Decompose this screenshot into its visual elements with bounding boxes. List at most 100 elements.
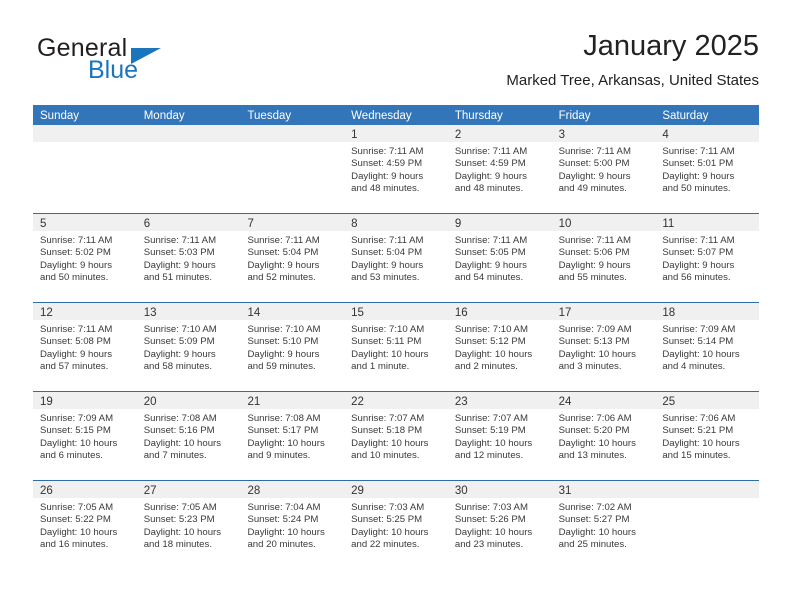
sunrise-text: Sunrise: 7:07 AM	[454, 413, 528, 424]
calendar-day-cell[interactable]: 6 Sunrise: 7:11 AM Sunset: 5:03 PM Daylight…	[136, 214, 241, 302]
calendar-day-cell[interactable]: 5 Sunrise: 7:11 AM Sunset: 5:02 PM Daylight…	[33, 214, 137, 302]
sunrise-text: Sunrise: 7:11 AM	[40, 235, 113, 246]
calendar-day-cell[interactable]: 16 Sunrise: 7:10 AM Sunset: 5:12 PM Dayligh…	[447, 303, 552, 391]
day-sun-info: Sunrise: 7:04 AM Sunset: 5:24 PM Daylight:…	[240, 498, 344, 552]
calendar-day-cell[interactable]: 18 Sunrise: 7:09 AM Sunset: 5:14 PM Dayligh…	[655, 303, 760, 391]
daylight-text-line2: and 9 minutes.	[247, 450, 311, 462]
day-number: 2	[454, 129, 462, 141]
weekday-header-friday: Friday	[558, 110, 591, 122]
calendar-day-cell[interactable]: 19 Sunrise: 7:09 AM Sunset: 5:15 PM Dayligh…	[33, 392, 137, 480]
daylight-text-line1: Daylight: 10 hours	[558, 348, 636, 360]
sunrise-text: Sunrise: 7:06 AM	[662, 413, 736, 424]
daylight-text-line1: Daylight: 10 hours	[40, 437, 118, 449]
day-sun-info: Sunrise: 7:06 AM Sunset: 5:20 PM Daylight:…	[552, 409, 656, 463]
calendar-day-cell[interactable]: 17 Sunrise: 7:09 AM Sunset: 5:13 PM Dayligh…	[551, 303, 656, 391]
daylight-text-line2: and 23 minutes.	[454, 539, 524, 551]
calendar-day-cell[interactable]: 28 Sunrise: 7:04 AM Sunset: 5:24 PM Dayligh…	[240, 481, 345, 569]
day-number-strip: 17	[551, 303, 656, 320]
day-number-strip	[240, 125, 345, 142]
daylight-text-line1: Daylight: 9 hours	[351, 170, 424, 182]
day-sun-info: Sunrise: 7:11 AM Sunset: 5:00 PM Daylight:…	[552, 142, 656, 196]
calendar-day-cell[interactable]: 10 Sunrise: 7:11 AM Sunset: 5:06 PM Dayligh…	[551, 214, 656, 302]
calendar-day-cell[interactable]: 4 Sunrise: 7:11 AM Sunset: 5:01 PM Daylight…	[655, 125, 760, 213]
daylight-text-line2: and 2 minutes.	[454, 361, 518, 373]
sunrise-text: Sunrise: 7:11 AM	[351, 146, 424, 157]
calendar-week-row: 19 Sunrise: 7:09 AM Sunset: 5:15 PM Dayligh…	[33, 391, 760, 480]
day-number-strip: 5	[33, 214, 137, 231]
day-number-strip: 25	[655, 392, 760, 409]
daylight-text-line1: Daylight: 10 hours	[454, 348, 533, 360]
daylight-text-line1: Daylight: 9 hours	[143, 259, 216, 271]
calendar-day-cell[interactable]: 21 Sunrise: 7:08 AM Sunset: 5:17 PM Dayligh…	[240, 392, 345, 480]
daylight-text-line1: Daylight: 9 hours	[247, 348, 320, 360]
day-number: 6	[143, 218, 151, 230]
day-number-strip: 20	[136, 392, 241, 409]
calendar-day-cell[interactable]: 2 Sunrise: 7:11 AM Sunset: 4:59 PM Daylight…	[447, 125, 552, 213]
calendar-week-row: 12 Sunrise: 7:11 AM Sunset: 5:08 PM Dayligh…	[33, 302, 760, 391]
calendar-week-row: 5 Sunrise: 7:11 AM Sunset: 5:02 PM Daylight…	[33, 213, 760, 302]
sunrise-text: Sunrise: 7:11 AM	[143, 235, 217, 246]
day-number: 24	[558, 396, 572, 408]
daylight-text-line2: and 53 minutes.	[351, 272, 420, 284]
sunset-text: Sunset: 5:10 PM	[247, 336, 319, 348]
sunrise-text: Sunrise: 7:11 AM	[454, 235, 528, 246]
calendar-day-cell[interactable]: 9 Sunrise: 7:11 AM Sunset: 5:05 PM Daylight…	[447, 214, 552, 302]
calendar-day-cell[interactable]: 22 Sunrise: 7:07 AM Sunset: 5:18 PM Dayligh…	[344, 392, 448, 480]
calendar-day-cell[interactable]: 15 Sunrise: 7:10 AM Sunset: 5:11 PM Dayligh…	[344, 303, 448, 391]
day-sun-info: Sunrise: 7:10 AM Sunset: 5:09 PM Daylight:…	[137, 320, 241, 374]
calendar-day-cell[interactable]: 29 Sunrise: 7:03 AM Sunset: 5:25 PM Dayligh…	[344, 481, 448, 569]
calendar-day-cell[interactable]: 14 Sunrise: 7:10 AM Sunset: 5:10 PM Dayligh…	[240, 303, 345, 391]
day-number-strip: 3	[551, 125, 656, 142]
sunset-text: Sunset: 5:02 PM	[40, 247, 111, 259]
sunset-text: Sunset: 4:59 PM	[454, 158, 526, 170]
calendar-day-cell[interactable]: 12 Sunrise: 7:11 AM Sunset: 5:08 PM Dayligh…	[33, 303, 137, 391]
day-sun-info: Sunrise: 7:10 AM Sunset: 5:10 PM Daylight:…	[240, 320, 344, 374]
calendar-day-cell[interactable]: 1 Sunrise: 7:11 AM Sunset: 4:59 PM Daylight…	[344, 125, 448, 213]
day-sun-info: Sunrise: 7:11 AM Sunset: 5:08 PM Daylight:…	[33, 320, 137, 374]
day-number-strip: 9	[447, 214, 552, 231]
daylight-text-line2: and 3 minutes.	[558, 361, 622, 373]
calendar-day-cell[interactable]: 20 Sunrise: 7:08 AM Sunset: 5:16 PM Dayligh…	[136, 392, 241, 480]
sunset-text: Sunset: 5:25 PM	[351, 514, 423, 526]
day-sun-info: Sunrise: 7:02 AM Sunset: 5:27 PM Daylight:…	[552, 498, 656, 552]
calendar-day-cell[interactable]: 13 Sunrise: 7:10 AM Sunset: 5:09 PM Dayligh…	[136, 303, 241, 391]
sunset-text: Sunset: 5:19 PM	[454, 425, 526, 437]
day-number-strip: 28	[240, 481, 345, 498]
day-number-strip: 1	[344, 125, 448, 142]
calendar-day-cell[interactable]: 25 Sunrise: 7:06 AM Sunset: 5:21 PM Dayligh…	[655, 392, 760, 480]
day-number-strip: 27	[136, 481, 241, 498]
general-blue-logo[interactable]: General Blue	[33, 34, 253, 90]
day-number-strip: 8	[344, 214, 448, 231]
daylight-text-line2: and 58 minutes.	[143, 361, 212, 373]
daylight-text-line1: Daylight: 9 hours	[558, 259, 631, 271]
day-sun-info: Sunrise: 7:03 AM Sunset: 5:26 PM Daylight:…	[448, 498, 552, 552]
calendar-day-cell[interactable]: 3 Sunrise: 7:11 AM Sunset: 5:00 PM Daylight…	[551, 125, 656, 213]
calendar-week-row: 1 Sunrise: 7:11 AM Sunset: 4:59 PM Daylight…	[33, 125, 760, 213]
daylight-text-line2: and 10 minutes.	[351, 450, 420, 462]
day-number: 28	[247, 485, 261, 497]
calendar-day-cell[interactable]: 24 Sunrise: 7:06 AM Sunset: 5:20 PM Dayligh…	[551, 392, 656, 480]
daylight-text-line1: Daylight: 10 hours	[40, 526, 118, 538]
sunset-text: Sunset: 5:05 PM	[454, 247, 526, 259]
sunrise-text: Sunrise: 7:04 AM	[247, 502, 321, 513]
calendar-day-cell[interactable]: 26 Sunrise: 7:05 AM Sunset: 5:22 PM Dayligh…	[33, 481, 137, 569]
calendar-day-cell[interactable]: 30 Sunrise: 7:03 AM Sunset: 5:26 PM Dayligh…	[447, 481, 552, 569]
calendar-day-cell[interactable]: 11 Sunrise: 7:11 AM Sunset: 5:07 PM Dayligh…	[655, 214, 760, 302]
daylight-text-line2: and 7 minutes.	[143, 450, 207, 462]
day-number: 15	[351, 307, 364, 319]
calendar-day-cell[interactable]: 31 Sunrise: 7:02 AM Sunset: 5:27 PM Dayligh…	[551, 481, 656, 569]
calendar-day-cell[interactable]: 8 Sunrise: 7:11 AM Sunset: 5:04 PM Daylight…	[344, 214, 448, 302]
calendar-day-cell[interactable]: 23 Sunrise: 7:07 AM Sunset: 5:19 PM Dayligh…	[447, 392, 552, 480]
day-sun-info: Sunrise: 7:11 AM Sunset: 5:06 PM Daylight:…	[552, 231, 656, 285]
day-number: 17	[558, 307, 572, 319]
sunrise-text: Sunrise: 7:11 AM	[558, 146, 631, 157]
sunrise-text: Sunrise: 7:11 AM	[662, 235, 735, 246]
calendar-day-cell[interactable]: 7 Sunrise: 7:11 AM Sunset: 5:04 PM Daylight…	[240, 214, 345, 302]
daylight-text-line1: Daylight: 10 hours	[247, 526, 325, 538]
calendar-day-cell[interactable]: 27 Sunrise: 7:05 AM Sunset: 5:23 PM Dayligh…	[136, 481, 241, 569]
daylight-text-line2: and 52 minutes.	[247, 272, 316, 284]
sunrise-text: Sunrise: 7:03 AM	[351, 502, 425, 513]
day-number-strip: 18	[655, 303, 760, 320]
sunrise-text: Sunrise: 7:11 AM	[558, 235, 631, 246]
day-sun-info: Sunrise: 7:11 AM Sunset: 5:04 PM Daylight:…	[240, 231, 344, 285]
